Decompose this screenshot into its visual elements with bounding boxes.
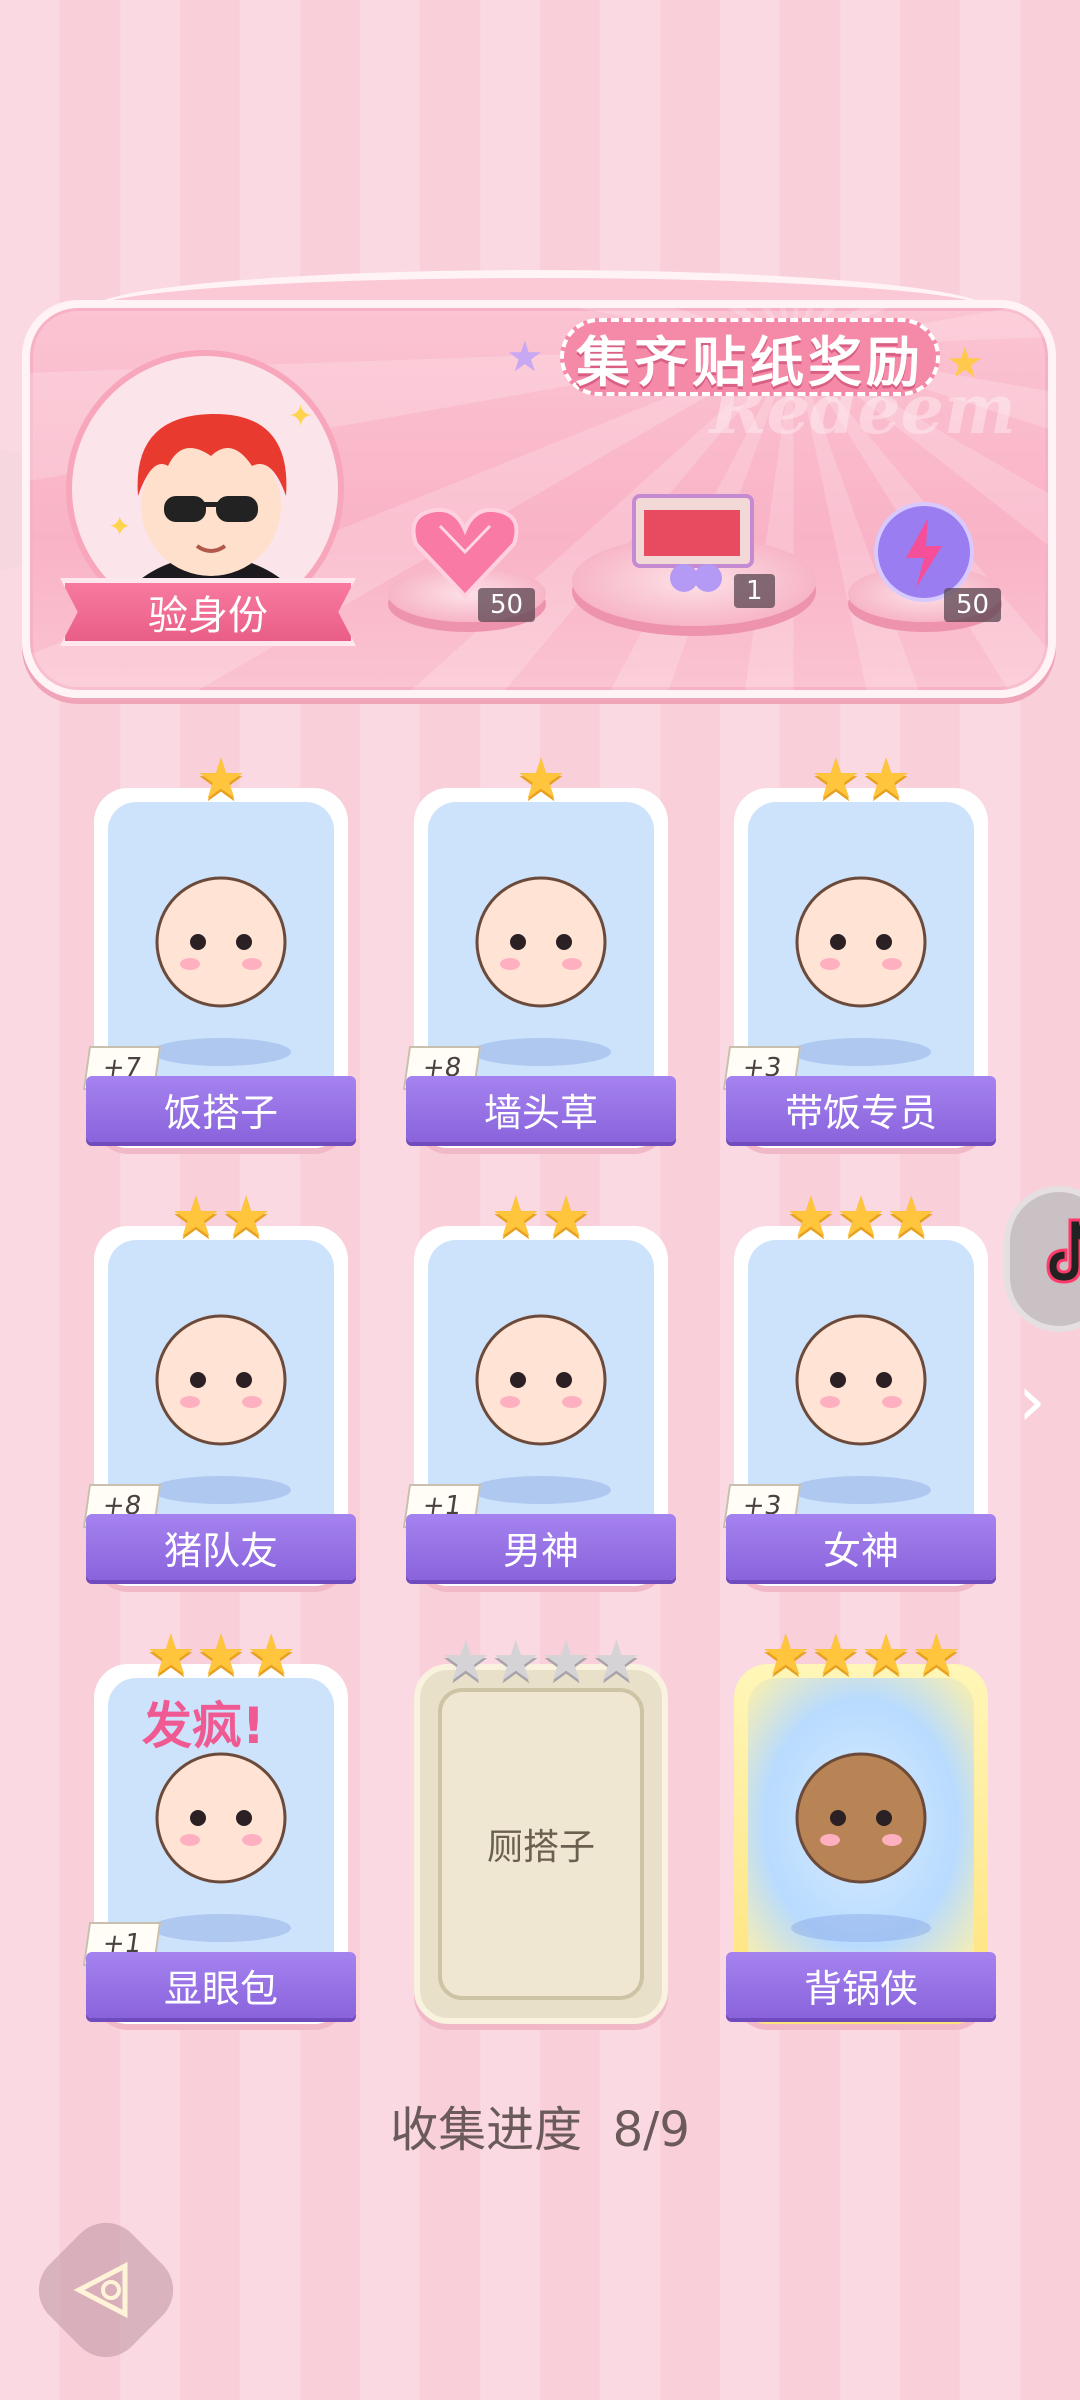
sticker-name: 显眼包 [86,1952,356,2018]
star-icon: ★ [541,1185,592,1250]
star-icon: ★ [221,1185,272,1250]
sticker-card[interactable]: ★ +8 墙头草 [402,752,676,1148]
reward-count: 1 [734,574,775,608]
star-icon: ★ [861,747,912,812]
tiktok-widget[interactable] [1004,1186,1080,1332]
chevron-right-icon[interactable]: › [1018,1360,1046,1442]
collection-progress: 收集进度 8/9 [0,2090,1080,2160]
sticker-name: 男神 [406,1514,676,1580]
star-icon: ★ [861,1623,912,1688]
star-icon: ★ [760,1623,811,1688]
sticker-art-text: 发疯! [142,1697,265,1755]
star-rating: ★ [414,752,668,808]
sticker-card[interactable]: ★ ★ ★ +3 女神 [722,1190,996,1586]
star-rating: ★ ★ ★ [734,1190,988,1246]
star-icon: ★ [170,1185,221,1250]
star-icon: ★ [835,1185,887,1250]
star-icon: ★ [810,747,861,812]
svg-text:✦: ✦ [108,510,131,543]
star-icon: ★ [145,1623,196,1688]
sticker-name: 女神 [726,1514,996,1580]
sticker-card[interactable]: ★ ★ ★ 发疯! +1 显眼包 [82,1628,356,2024]
star-rating: ★ ★ [414,1190,668,1246]
star-icon: ★ [541,1629,592,1694]
sticker-art [748,1678,974,1968]
star-rating: ★ ★ ★ [94,1628,348,1684]
star-icon: ★ [591,1629,642,1694]
star-icon: ★ [490,1185,541,1250]
star-rating: ★ [94,752,348,808]
sticker-card[interactable]: ★ ★ +8 猪队友 [82,1190,356,1586]
svg-text:✦: ✦ [288,399,313,434]
sticker-card[interactable]: ★ ★ +1 男神 [402,1190,676,1586]
star-rating: ★ ★ ★ ★ [734,1628,988,1684]
verify-identity-button[interactable]: 验身份 [60,578,356,646]
reward-count: 50 [944,588,1002,622]
sticker-name: 背锅侠 [726,1952,996,2018]
star-icon: ★ [246,1623,297,1688]
sticker-card[interactable]: ★ ★ ★ ★ 背锅侠 [726,1628,996,2024]
star-icon: ★ [886,1185,937,1250]
star-icon: ★ [810,1623,861,1688]
sticker-card[interactable]: ★ ★ ★ ★ 厕搭子 [414,1634,668,2024]
sticker-card[interactable]: ★ +7 饭搭子 [82,752,356,1148]
sticker-name: 带饭专员 [726,1076,996,1142]
star-icon: ★ [911,1623,962,1688]
sticker-name: 猪队友 [86,1514,356,1580]
sticker-name: 饭搭子 [86,1076,356,1142]
back-button[interactable] [23,2207,189,2373]
reward-title: 集齐贴纸奖励 [560,318,940,396]
star-icon: ★ [946,338,984,387]
star-icon: ★ [506,332,544,381]
star-icon: ★ [195,747,247,812]
star-rating: ★ ★ [94,1190,348,1246]
back-arrow-icon [73,2261,128,2319]
progress-label: 收集进度 [390,2102,583,2158]
star-rating: ★ ★ [734,752,988,808]
star-icon: ★ [785,1185,836,1250]
locked-card-label: 厕搭子 [438,1688,644,2000]
star-rating: ★ ★ ★ ★ [420,1634,662,1690]
star-icon: ★ [195,1623,247,1688]
star-icon: ★ [490,1629,541,1694]
sticker-name: 墙头草 [406,1076,676,1142]
star-icon: ★ [515,747,567,812]
sticker-card[interactable]: ★ ★ +3 带饭专员 [722,752,996,1148]
star-icon: ★ [440,1629,491,1694]
progress-value: 8/9 [612,2102,690,2158]
reward-count: 50 [478,588,536,622]
